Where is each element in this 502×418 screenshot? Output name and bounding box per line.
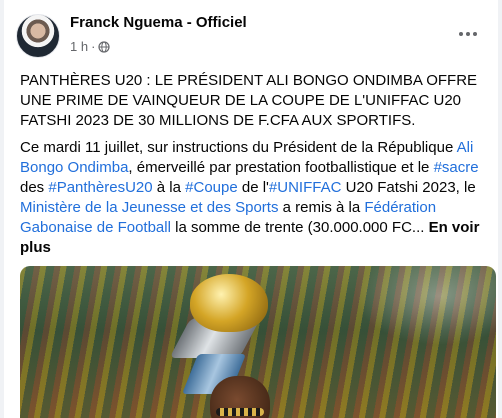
post-title: PANTHÈRES U20 : LE PRÉSIDENT ALI BONGO O… (20, 72, 478, 129)
trophy-cup (190, 274, 268, 332)
body-text-1: Ce mardi 11 juillet, sur instructions du… (20, 139, 457, 156)
post-body: Ce mardi 11 juillet, sur instructions du… (20, 138, 490, 258)
more-options-icon-dot (473, 32, 477, 36)
body-text-2: , émerveillé par prestation footballisti… (128, 159, 434, 176)
body-text-7: a remis à la (278, 199, 365, 216)
post-time[interactable]: 1 h (70, 39, 88, 54)
post-header: Franck Nguema - Officiel 1 h · (4, 0, 498, 64)
body-text-4: à la (152, 179, 186, 196)
ministere-link[interactable]: Ministère de la Jeunesse et des Sports (20, 199, 278, 216)
post-photo[interactable] (20, 266, 496, 418)
hashtag-uniffac[interactable]: #UNIFFAC (269, 179, 342, 196)
meta-separator: · (91, 39, 96, 54)
more-options-button[interactable] (456, 22, 480, 46)
hashtag-pantheres[interactable]: #PanthèresU20 (48, 179, 152, 196)
globe-icon (98, 40, 111, 53)
author-name[interactable]: Franck Nguema - Officiel (70, 14, 247, 31)
body-text-5: de l' (237, 179, 269, 196)
hashtag-sacre[interactable]: #sacre (434, 159, 479, 176)
hashtag-coupe[interactable]: #Coupe (185, 179, 238, 196)
post-card: Franck Nguema - Officiel 1 h · PANTHÈRES… (4, 0, 498, 418)
author-avatar[interactable] (16, 14, 60, 58)
body-text-3: des (20, 179, 49, 196)
more-options-icon-dot (466, 32, 470, 36)
more-options-icon (459, 32, 463, 36)
bracelet (216, 408, 264, 416)
post-meta: 1 h · (70, 39, 111, 54)
body-text-6: U20 Fatshi 2023, le (341, 179, 476, 196)
body-text-8: la somme de trente (30.000.000 FC... (170, 219, 429, 236)
